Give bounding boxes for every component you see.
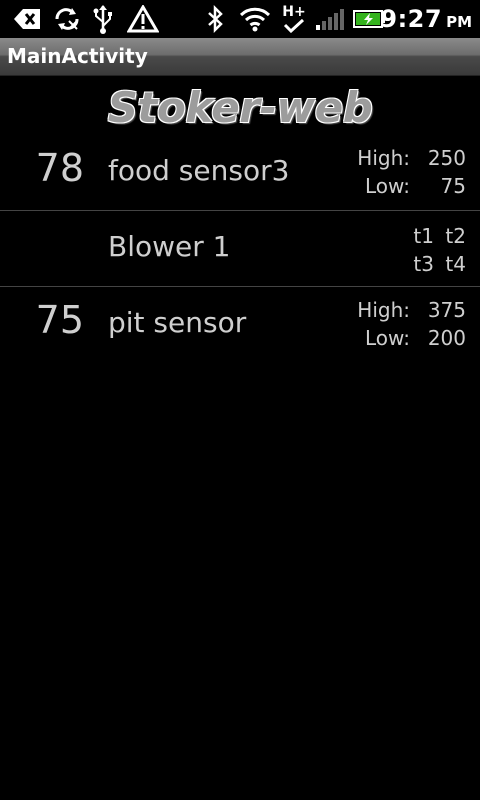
sensor-current-temp: 75 — [35, 298, 84, 342]
status-bar: H+ 9:27 PM — [0, 0, 480, 38]
blower-timers: t1 t2 t3 t4 — [402, 222, 466, 278]
sync-icon — [52, 4, 82, 34]
low-label: Low: — [364, 326, 410, 350]
row-divider — [0, 286, 480, 287]
row-divider — [0, 210, 480, 211]
hplus-data-icon: H+ — [280, 4, 308, 34]
logo: Stoker-web — [0, 78, 480, 136]
usb-icon — [90, 4, 116, 34]
sensor-row-food-sensor3[interactable]: 78 food sensor3 High: 250 Low: 75 — [0, 136, 480, 212]
high-label: High: — [357, 146, 410, 170]
sensor-name: food sensor3 — [108, 154, 290, 187]
timer-label: t4 — [445, 252, 466, 276]
app-title: MainActivity — [7, 44, 148, 68]
warning-icon — [126, 4, 160, 34]
high-value: 250 — [427, 146, 466, 170]
blower-name: Blower 1 — [108, 230, 231, 263]
wifi-icon — [238, 4, 272, 34]
back-icon — [10, 4, 44, 34]
bluetooth-icon — [202, 4, 228, 34]
high-label: High: — [357, 298, 410, 322]
low-value: 75 — [440, 174, 466, 198]
logo-text: Stoker-web — [107, 82, 373, 132]
sensor-limits: High: 250 Low: 75 — [357, 144, 466, 200]
timer-label: t2 — [445, 224, 466, 248]
sensor-current-temp: 78 — [35, 146, 84, 190]
title-bar: MainActivity — [0, 38, 480, 76]
high-value: 375 — [427, 298, 466, 322]
timer-label: t1 — [413, 224, 434, 248]
clock: 9:27 PM — [380, 5, 472, 33]
signal-icon — [314, 4, 346, 34]
sensor-row-pit-sensor[interactable]: 75 pit sensor High: 375 Low: 200 — [0, 288, 480, 364]
sensor-limits: High: 375 Low: 200 — [357, 296, 466, 352]
low-value: 200 — [427, 326, 466, 350]
timer-label: t3 — [413, 252, 434, 276]
sensor-name: pit sensor — [108, 306, 247, 339]
low-label: Low: — [364, 174, 410, 198]
blower-row-blower-1[interactable]: Blower 1 t1 t2 t3 t4 — [0, 212, 480, 288]
